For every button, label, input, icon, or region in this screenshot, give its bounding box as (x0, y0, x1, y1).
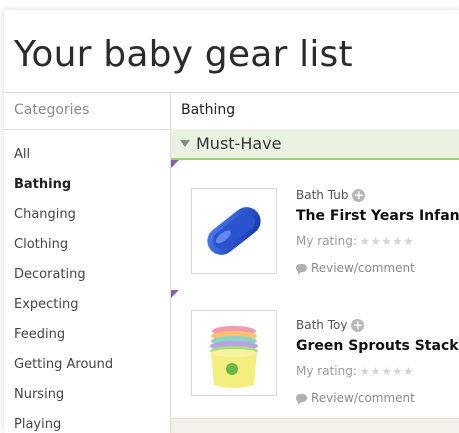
item-title[interactable]: The First Years Infant (296, 208, 459, 224)
categories-sidebar: All Bathing Changing Clothing Decorating… (14, 140, 164, 433)
collapse-triangle-icon[interactable] (180, 140, 190, 147)
sidebar-item-decorating[interactable]: Decorating (14, 260, 164, 290)
rating-label: My rating: (296, 364, 357, 378)
sidebar-item-bathing[interactable]: Bathing (14, 170, 164, 200)
gear-list-panel: Your baby gear list Categories Bathing A… (4, 10, 459, 433)
comment-bubble-icon (296, 393, 307, 405)
rating-row: My rating: ★★★★★ (296, 234, 414, 248)
sidebar-item-playing[interactable]: Playing (14, 410, 164, 433)
group-label: Must-Have (196, 134, 282, 153)
item-category-label: Bath Tub (296, 188, 349, 202)
gear-item-bath-tub: Bath Tub + The First Years Infant My rati… (171, 160, 459, 290)
product-image-bath-toy[interactable] (191, 310, 277, 396)
corner-marker-icon (171, 290, 179, 298)
bath-tub-icon (207, 207, 261, 255)
column-header-row: Categories Bathing (4, 92, 459, 130)
item-category: Bath Tub + (296, 188, 366, 202)
rating-label: My rating: (296, 234, 357, 248)
next-group-strip (171, 418, 459, 433)
comment-bubble-icon (296, 263, 307, 275)
sidebar-item-expecting[interactable]: Expecting (14, 290, 164, 320)
sidebar-item-all[interactable]: All (14, 140, 164, 170)
sidebar-item-getting-around[interactable]: Getting Around (14, 350, 164, 380)
item-title[interactable]: Green Sprouts Stackir (296, 338, 459, 354)
item-category: Bath Toy + (296, 318, 365, 332)
page-title: Your baby gear list (14, 34, 353, 75)
product-image-bath-tub[interactable] (191, 188, 277, 274)
item-category-label: Bath Toy (296, 318, 348, 332)
categories-heading: Categories (14, 102, 90, 118)
must-have-group-header[interactable]: Must-Have (171, 129, 459, 160)
sidebar-item-changing[interactable]: Changing (14, 200, 164, 230)
rating-row: My rating: ★★★★★ (296, 364, 414, 378)
review-comment-link[interactable]: Review/comment (296, 261, 415, 275)
review-label: Review/comment (311, 261, 415, 275)
rating-stars[interactable]: ★★★★★ (360, 235, 414, 248)
add-plus-icon[interactable]: + (351, 319, 365, 332)
stacking-cups-icon (210, 326, 258, 388)
sidebar-item-nursing[interactable]: Nursing (14, 380, 164, 410)
corner-marker-icon (171, 160, 179, 168)
rating-stars[interactable]: ★★★★★ (360, 365, 414, 378)
section-title: Bathing (181, 102, 236, 118)
review-label: Review/comment (311, 391, 415, 405)
gear-item-bath-toy: Bath Toy + Green Sprouts Stackir My ratin… (171, 290, 459, 420)
review-comment-link[interactable]: Review/comment (296, 391, 415, 405)
add-plus-icon[interactable]: + (352, 189, 366, 202)
sidebar-item-clothing[interactable]: Clothing (14, 230, 164, 260)
sidebar-item-feeding[interactable]: Feeding (14, 320, 164, 350)
